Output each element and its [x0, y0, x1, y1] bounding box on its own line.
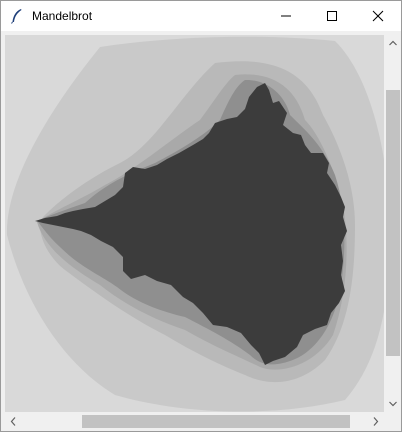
scrollbar-corner: [385, 413, 401, 430]
scroll-up-button[interactable]: [385, 35, 401, 52]
close-icon: [372, 10, 384, 22]
maximize-button[interactable]: [309, 1, 355, 31]
window-title: Mandelbrot: [32, 9, 93, 23]
horizontal-scrollbar[interactable]: [5, 413, 384, 430]
horizontal-scroll-thumb[interactable]: [82, 415, 350, 428]
vertical-scrollbar[interactable]: [385, 35, 401, 412]
mandelbrot-image: [5, 35, 384, 412]
scroll-right-button[interactable]: [367, 413, 384, 430]
chevron-up-icon: [389, 40, 397, 46]
minimize-icon: [281, 15, 291, 17]
maximize-icon: [327, 11, 337, 21]
app-window: Mandelbrot: [0, 0, 402, 432]
chevron-right-icon: [373, 417, 379, 426]
mandelbrot-canvas[interactable]: [5, 35, 384, 412]
feather-icon: [10, 8, 24, 24]
scroll-down-button[interactable]: [385, 395, 401, 412]
chevron-down-icon: [389, 401, 397, 407]
title-bar[interactable]: Mandelbrot: [1, 1, 401, 31]
close-button[interactable]: [355, 1, 401, 31]
chevron-left-icon: [10, 417, 16, 426]
scroll-left-button[interactable]: [5, 413, 22, 430]
vertical-scroll-thumb[interactable]: [386, 90, 400, 356]
minimize-button[interactable]: [263, 1, 309, 31]
